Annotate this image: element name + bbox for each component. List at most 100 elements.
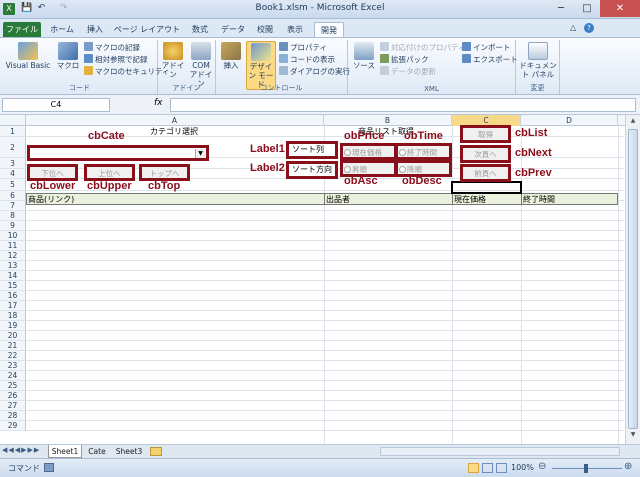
scroll-down-icon[interactable]: ▼ xyxy=(628,431,638,441)
row-header[interactable]: 17 xyxy=(0,301,26,311)
cell-c5[interactable]: 現在価格 xyxy=(454,194,486,205)
row-header[interactable]: 10 xyxy=(0,231,26,241)
row-header[interactable]: 14 xyxy=(0,271,26,281)
row-header[interactable]: 16 xyxy=(0,291,26,301)
import-button[interactable]: インポート xyxy=(462,42,511,53)
zoom-in-icon[interactable]: ⊕ xyxy=(624,461,632,472)
help-icon[interactable]: ? xyxy=(584,23,594,33)
cell-a5[interactable]: 商品(リンク) xyxy=(28,194,74,205)
cell-a1[interactable]: カテゴリ選択 xyxy=(150,126,198,137)
prev-page-button[interactable]: 前頁へ xyxy=(460,164,511,182)
minimize-button[interactable]: ─ xyxy=(548,0,574,17)
tab-file[interactable]: ファイル xyxy=(3,22,41,37)
row-header[interactable]: 27 xyxy=(0,401,26,411)
row-header[interactable]: 12 xyxy=(0,251,26,261)
tab-data[interactable]: データ xyxy=(218,22,248,37)
row-header[interactable]: 22 xyxy=(0,351,26,361)
row-header[interactable]: 19 xyxy=(0,321,26,331)
chevron-down-icon[interactable]: ▼ xyxy=(195,149,205,158)
row-header[interactable]: 18 xyxy=(0,311,26,321)
run-dialog-button[interactable]: ダイアログの実行 xyxy=(279,66,350,77)
map-properties-button[interactable]: 対応付けのプロパティ xyxy=(380,42,466,53)
upper-button[interactable]: 上位へ xyxy=(84,164,135,181)
macro-status-icon[interactable] xyxy=(44,463,54,472)
expansion-pack-button[interactable]: 拡張パック xyxy=(380,54,429,65)
row-header[interactable]: 13 xyxy=(0,261,26,271)
sheet-nav-icons[interactable]: ◀◀◀▶▶▶ xyxy=(2,446,40,454)
select-all-corner[interactable] xyxy=(0,115,26,126)
row-header[interactable]: 24 xyxy=(0,371,26,381)
row-header[interactable]: 29 xyxy=(0,421,26,431)
zoom-thumb[interactable] xyxy=(584,464,588,473)
page-break-view-icon[interactable] xyxy=(496,463,507,473)
document-panel-button[interactable]: ドキュメント パネル xyxy=(518,42,558,79)
row-header[interactable]: 4 xyxy=(0,169,26,179)
tab-home[interactable]: ホーム xyxy=(46,22,78,37)
macro-button[interactable]: マクロ xyxy=(54,42,82,70)
vertical-scrollbar[interactable]: ▲ ▼ xyxy=(625,115,640,444)
scroll-thumb[interactable] xyxy=(628,129,638,429)
page-layout-view-icon[interactable] xyxy=(482,463,493,473)
record-macro-button[interactable]: マクロの記録 xyxy=(84,42,140,53)
zoom-level[interactable]: 100% xyxy=(511,463,534,472)
sheet-tab-sheet1[interactable]: Sheet1 xyxy=(48,445,82,458)
price-option[interactable]: 現在価格 xyxy=(340,143,397,160)
row-header[interactable]: 2 xyxy=(0,137,26,158)
row-header[interactable]: 6 xyxy=(0,191,26,201)
sheet-tab-sheet3[interactable]: Sheet3 xyxy=(112,445,146,458)
next-page-button[interactable]: 次頁へ xyxy=(460,145,511,163)
zoom-out-icon[interactable]: ⊖ xyxy=(538,461,546,472)
tab-insert[interactable]: 挿入 xyxy=(82,22,108,37)
row-header[interactable]: 20 xyxy=(0,331,26,341)
category-combobox[interactable]: ▼ xyxy=(27,145,209,161)
tab-developer[interactable]: 開発 xyxy=(314,22,344,37)
normal-view-icon[interactable] xyxy=(468,463,479,473)
relative-ref-button[interactable]: 相対参照で記録 xyxy=(84,54,148,65)
row-header[interactable]: 3 xyxy=(0,158,26,169)
maximize-button[interactable]: □ xyxy=(574,0,600,17)
cell-d5[interactable]: 終了時間 xyxy=(523,194,555,205)
selected-cell-c4[interactable] xyxy=(451,181,522,194)
row-header[interactable]: 11 xyxy=(0,241,26,251)
row-header[interactable]: 23 xyxy=(0,361,26,371)
visual-basic-button[interactable]: Visual Basic xyxy=(4,42,52,70)
tab-view[interactable]: 表示 xyxy=(282,22,308,37)
horizontal-scrollbar[interactable] xyxy=(380,447,620,456)
scroll-up-icon[interactable]: ▲ xyxy=(628,117,638,127)
tab-review[interactable]: 校閲 xyxy=(252,22,278,37)
com-addin-button[interactable]: COM アドイン xyxy=(188,42,214,88)
new-sheet-icon[interactable] xyxy=(150,447,162,456)
refresh-data-button[interactable]: データの更新 xyxy=(380,66,436,77)
row-header[interactable]: 26 xyxy=(0,391,26,401)
cell-b5[interactable]: 出品者 xyxy=(326,194,350,205)
lower-button[interactable]: 下位へ xyxy=(27,164,78,181)
properties-button[interactable]: プロパティ xyxy=(279,42,327,53)
row-header[interactable]: 25 xyxy=(0,381,26,391)
ribbon-minimize-icon[interactable]: △ xyxy=(570,23,576,32)
fx-icon[interactable]: fx xyxy=(154,98,163,108)
row-header[interactable]: 9 xyxy=(0,221,26,231)
row-header[interactable]: 15 xyxy=(0,281,26,291)
tab-formulas[interactable]: 数式 xyxy=(186,22,214,37)
view-code-button[interactable]: コードの表示 xyxy=(279,54,335,65)
row-header[interactable]: 1 xyxy=(0,126,26,137)
source-button[interactable]: ソース xyxy=(350,42,378,70)
name-box[interactable]: C4 xyxy=(2,98,110,112)
column-header-d[interactable]: D xyxy=(521,115,618,126)
tab-page-layout[interactable]: ページ レイアウト xyxy=(112,22,182,37)
row-header[interactable]: 28 xyxy=(0,411,26,421)
export-button[interactable]: エクスポート xyxy=(462,54,518,65)
sheet-tab-cate[interactable]: Cate xyxy=(84,445,110,458)
close-button[interactable]: ✕ xyxy=(600,0,640,17)
column-header-b[interactable]: B xyxy=(324,115,452,126)
get-list-button[interactable]: 取得 xyxy=(460,125,511,143)
insert-control-button[interactable]: 挿入 xyxy=(218,42,244,70)
column-header-a[interactable]: A xyxy=(26,115,324,126)
row-header[interactable]: 5 xyxy=(0,179,26,191)
row-header[interactable]: 21 xyxy=(0,341,26,351)
row-header[interactable]: 7 xyxy=(0,201,26,211)
row-header[interactable]: 8 xyxy=(0,211,26,221)
addin-button[interactable]: アドイン xyxy=(160,42,186,79)
formula-input[interactable] xyxy=(170,98,636,112)
macro-security-button[interactable]: マクロのセキュリティ xyxy=(84,66,170,77)
